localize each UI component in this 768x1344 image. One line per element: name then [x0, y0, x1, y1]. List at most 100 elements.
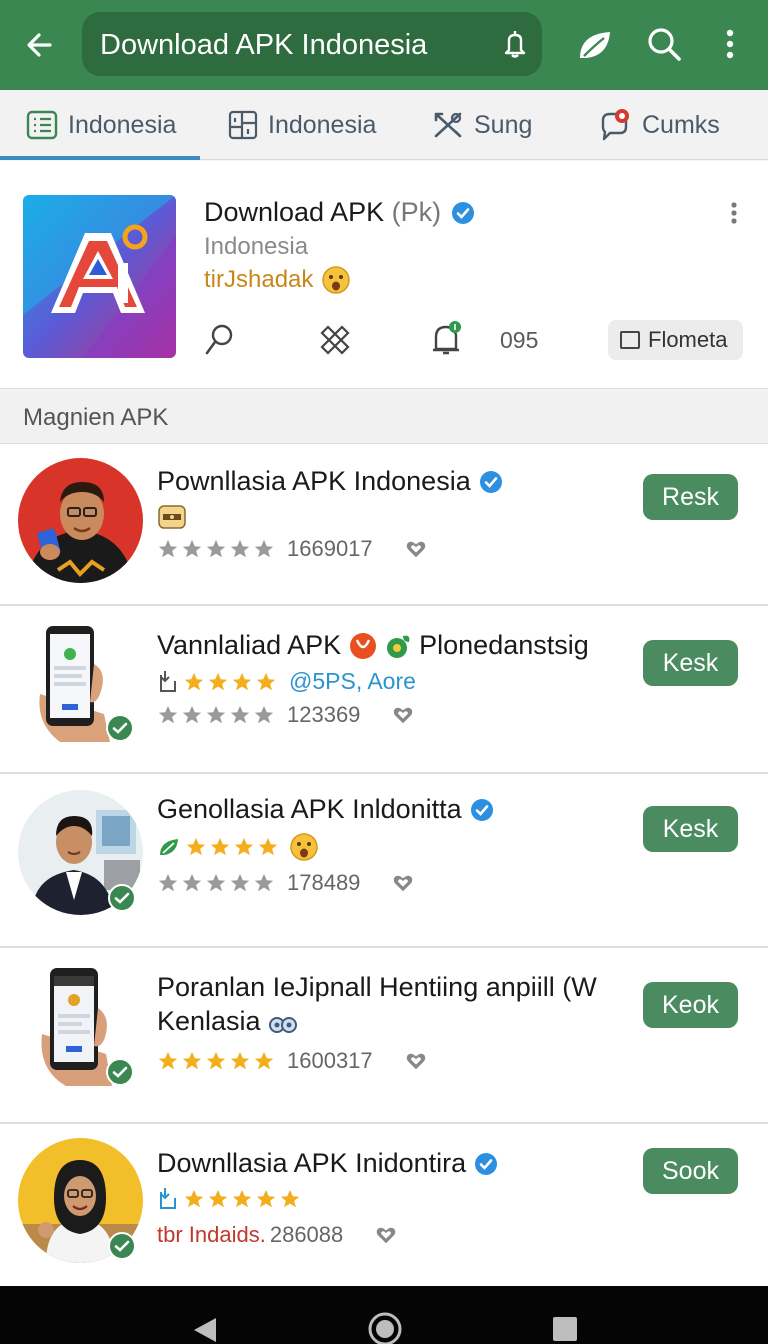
star-rating	[183, 1188, 301, 1210]
star-icon	[232, 672, 252, 690]
star-icon	[184, 1189, 204, 1208]
app-title-row: Download APK (Pk)	[204, 197, 475, 228]
flometa-button[interactable]: Flometa	[608, 320, 743, 360]
kesk-button[interactable]: Kesk	[643, 640, 738, 686]
leaf-icon[interactable]	[574, 24, 616, 66]
installed-check-icon	[108, 1232, 136, 1260]
list-item-title: Poranlan IeJipnall Hentiing anpiill (W K…	[157, 972, 597, 1036]
resk-button[interactable]: Resk	[643, 474, 738, 520]
kesk-button[interactable]: Kesk	[643, 806, 738, 852]
tab-sung[interactable]: Sung	[432, 90, 532, 160]
top-app-bar: Download APK Indonesia	[0, 0, 768, 90]
list-item-badge-row: @5PS, Aore	[157, 668, 416, 695]
app-title: Download APK (Pk)	[204, 197, 442, 227]
search-query-text: Download APK Indonesia	[100, 29, 428, 61]
star-icon	[158, 1051, 178, 1070]
tab-label: Cumks	[642, 110, 720, 139]
star-icon	[230, 873, 250, 892]
rating-count: 178489	[287, 870, 361, 895]
app-subtitle: Indonesia	[204, 233, 309, 260]
rating-count: 286088	[269, 1222, 344, 1247]
tools-icon	[434, 112, 462, 138]
grid-icon	[228, 110, 258, 140]
heart-icon[interactable]	[405, 538, 427, 560]
notification-bell-icon[interactable]	[430, 319, 464, 364]
app-overflow-menu-icon[interactable]	[728, 201, 740, 225]
star-icon	[256, 1189, 276, 1208]
heart-icon[interactable]	[392, 704, 414, 726]
star-icon	[254, 1051, 274, 1070]
list-icon	[26, 110, 58, 140]
rating-row: 178489	[157, 870, 414, 896]
star-icon	[158, 873, 178, 892]
star-rating	[157, 538, 275, 560]
star-icon	[182, 1051, 202, 1070]
more-vertical-icon[interactable]	[716, 24, 744, 66]
list-item-title: Genollasia APK Inldonitta	[157, 794, 494, 825]
back-arrow-icon[interactable]	[20, 24, 62, 66]
rating-row: 123369	[157, 702, 414, 728]
heart-icon[interactable]	[392, 872, 414, 894]
heart-icon[interactable]	[405, 1050, 427, 1072]
heart-icon[interactable]	[375, 1224, 397, 1246]
verified-badge-icon	[479, 470, 502, 493]
keok-button[interactable]: Keok	[643, 982, 738, 1028]
star-icon	[206, 539, 226, 558]
tab-cumks[interactable]: Cumks	[598, 90, 720, 160]
list-item[interactable]: Pownllasia APK Indonesia 1669017 Resk	[0, 444, 768, 606]
star-icon	[232, 1189, 252, 1208]
leaf-badge-icon	[160, 839, 178, 855]
star-icon	[182, 873, 202, 892]
star-icon	[234, 837, 254, 856]
list-item[interactable]: Poranlan IeJipnall Hentiing anpiill (W K…	[0, 948, 768, 1124]
app-logo[interactable]	[23, 195, 176, 358]
chat-bubble-icon	[601, 109, 629, 141]
nav-back-icon[interactable]	[190, 1316, 220, 1344]
tab-label: Indonesia	[68, 110, 177, 139]
star-icon	[208, 1189, 228, 1208]
star-icon	[256, 672, 276, 690]
tab-indonesia-grid[interactable]: Indonesia	[228, 90, 376, 160]
star-icon	[208, 672, 228, 690]
square-icon	[620, 331, 640, 349]
leaf-badge-icon	[387, 635, 410, 658]
nav-home-icon[interactable]	[366, 1310, 404, 1344]
verified-badge-icon	[470, 798, 493, 821]
rating-count: 1600317	[287, 1048, 373, 1073]
tab-label: Indonesia	[268, 110, 377, 139]
nav-recents-icon[interactable]	[552, 1316, 578, 1342]
sook-button[interactable]: Sook	[643, 1148, 738, 1194]
app-title-suffix: (Pk)	[391, 197, 442, 227]
surprised-emoji-icon	[322, 266, 351, 294]
phone-thumbnail	[30, 624, 140, 749]
avatar	[18, 458, 143, 583]
section-header: Magnien APK	[0, 390, 768, 444]
app-header-card: Download APK (Pk) Indonesia tirJshadak 0…	[0, 161, 768, 389]
verified-badge-icon	[475, 1152, 498, 1175]
star-icon	[186, 837, 206, 856]
search-input[interactable]: Download APK Indonesia	[82, 12, 542, 76]
share-action-icon[interactable]	[318, 323, 352, 362]
system-nav-bar	[0, 1286, 768, 1344]
list-item[interactable]: Vannlaliad APK Plonedanstsig @5PS, Aore	[0, 606, 768, 774]
list-item-title: Pownllasia APK Indonesia	[157, 466, 503, 497]
list-item-badge-row	[157, 832, 319, 862]
install-icon	[160, 1188, 176, 1209]
list-item[interactable]: Downllasia APK Inidontira tbr Indaids. 2…	[0, 1124, 768, 1286]
rating-row: 1600317	[157, 1048, 427, 1074]
list-item-badge-row	[157, 1186, 301, 1212]
star-icon	[206, 1051, 226, 1070]
list-item[interactable]: Genollasia APK Inldonitta 178489 Kesk	[0, 774, 768, 948]
list-item-line3-prefix: tbr Indaids.	[157, 1222, 266, 1247]
star-rating	[157, 872, 275, 894]
list-item-title-tail: Plonedanstsig	[419, 630, 589, 660]
tab-indonesia-list[interactable]: Indonesia	[26, 90, 176, 160]
microphone-icon[interactable]	[500, 28, 530, 60]
list-item-title: Downllasia APK Inidontira	[157, 1148, 498, 1179]
search-icon[interactable]	[644, 24, 684, 64]
star-icon	[206, 873, 226, 892]
list-item-title: Vannlaliad APK Plonedanstsig	[157, 630, 589, 660]
surprised-emoji-icon	[290, 833, 318, 861]
search-action-icon[interactable]	[204, 323, 234, 362]
star-icon	[184, 672, 204, 690]
